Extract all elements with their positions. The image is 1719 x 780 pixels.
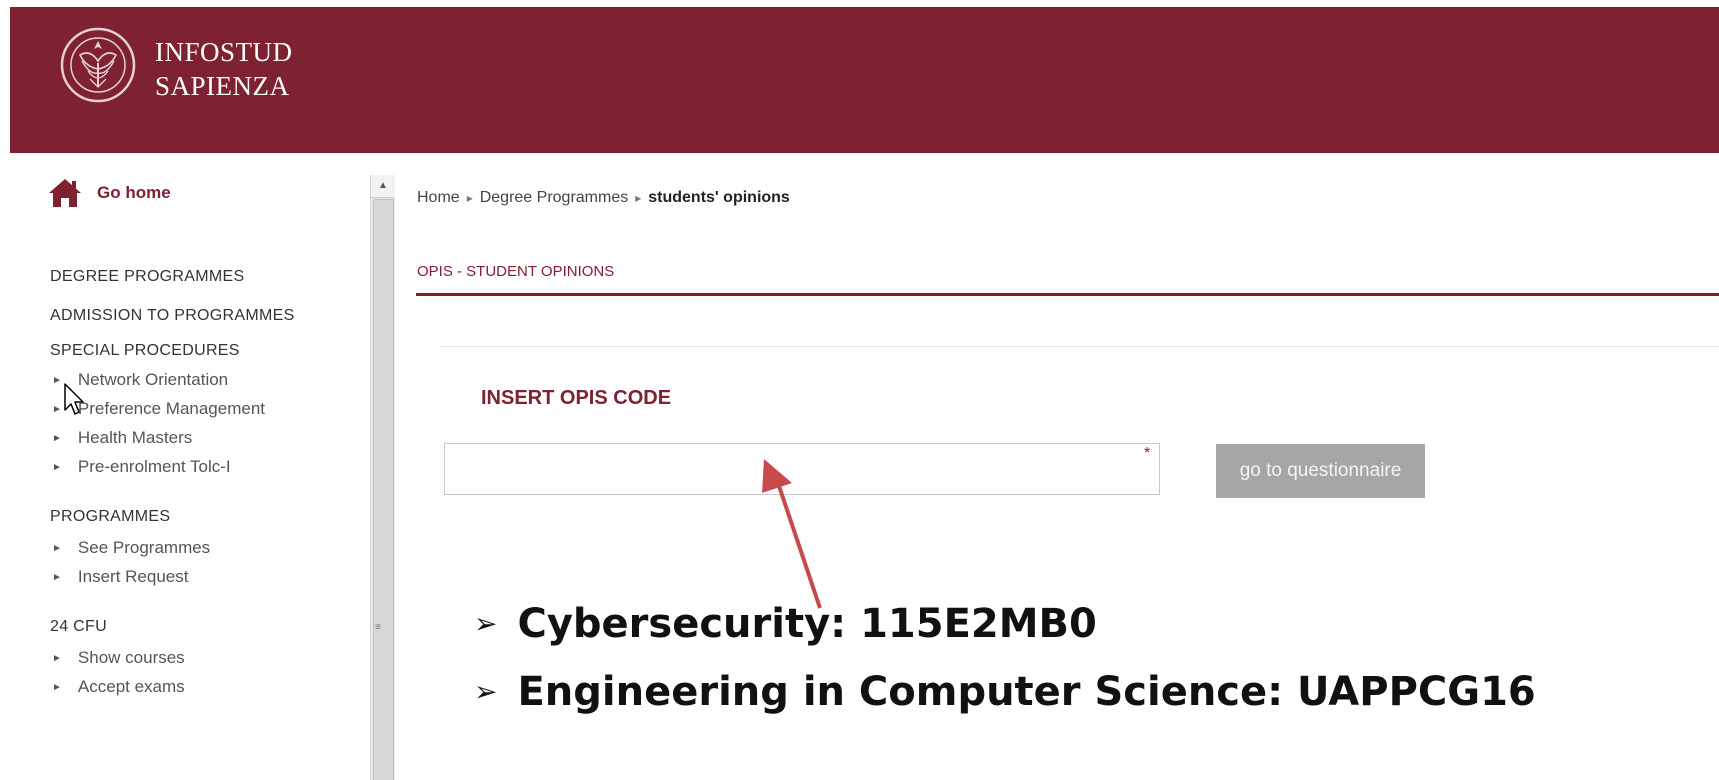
bullet-arrow-icon: ➢ <box>474 675 498 708</box>
bullet-icon: ► <box>52 432 62 444</box>
sidebar-item-label: Insert Request <box>77 567 189 586</box>
sidebar-item-label: Preference Management <box>77 399 266 418</box>
insert-opis-code-label: INSERT OPIS CODE <box>481 387 672 409</box>
sidebar-item-pre-enrolment[interactable]: ► Pre-enrolment Tolc-I <box>52 457 231 477</box>
app-title: INFOSTUD SAPIENZA <box>155 35 293 103</box>
sidebar-item-label: Network Orientation <box>77 370 229 389</box>
bullet-icon: ► <box>52 403 62 415</box>
go-home-link[interactable]: Go home <box>48 177 171 209</box>
go-to-questionnaire-button[interactable]: go to questionnaire <box>1216 444 1425 498</box>
header: INFOSTUD SAPIENZA <box>10 7 1719 153</box>
scroll-up-arrow-icon[interactable]: ▲ <box>371 175 395 198</box>
sidebar-item-see-programmes[interactable]: ► See Programmes <box>52 538 210 558</box>
brand-line-2: SAPIENZA <box>155 71 290 101</box>
sidebar-section-programmes[interactable]: PROGRAMMES <box>50 508 170 526</box>
breadcrumb-separator: ▸ <box>635 191 642 205</box>
divider <box>439 346 1719 347</box>
scrollbar-grip-icon: ≡ <box>375 622 381 633</box>
section-title: OPIS - STUDENT OPINIONS <box>417 263 615 280</box>
sidebar-item-accept-exams[interactable]: ► Accept exams <box>52 677 185 697</box>
sidebar-section-special-procedures[interactable]: SPECIAL PROCEDURES <box>50 342 240 360</box>
bullet-icon: ► <box>52 571 62 583</box>
main-content: Home ▸ Degree Programmes ▸ students' opinion… <box>394 153 1719 780</box>
sidebar: Go home DEGREE PROGRAMMES ADMISSION TO P… <box>10 153 370 780</box>
sidebar-item-label: Pre-enrolment Tolc-I <box>77 457 231 476</box>
section-underline <box>416 293 1719 296</box>
opis-code-cybersecurity: ➢ Cybersecurity: 115E2MB0 <box>474 601 1097 647</box>
sidebar-item-label: Health Masters <box>77 428 193 447</box>
sidebar-item-insert-request[interactable]: ► Insert Request <box>52 567 188 587</box>
sidebar-item-label: Accept exams <box>77 677 185 696</box>
bullet-icon: ► <box>52 461 62 473</box>
opis-code-text: Engineering in Computer Science: UAPPCG1… <box>517 669 1536 715</box>
sidebar-item-label: Show courses <box>77 648 185 667</box>
breadcrumb-separator: ▸ <box>466 191 473 205</box>
breadcrumb-degree-programmes[interactable]: Degree Programmes <box>480 189 629 206</box>
opis-code-engineering: ➢ Engineering in Computer Science: UAPPCG… <box>474 669 1536 715</box>
sidebar-scrollbar[interactable]: ▲ ≡ <box>370 175 395 780</box>
page: INFOSTUD SAPIENZA Go home DEGREE PROGRAM… <box>10 7 1719 780</box>
bullet-icon: ► <box>52 374 62 386</box>
bullet-icon: ► <box>52 542 62 554</box>
sidebar-item-preference-management[interactable]: ► Preference Management <box>52 399 265 419</box>
bullet-icon: ► <box>52 652 62 664</box>
opis-code-text: Cybersecurity: 115E2MB0 <box>517 601 1097 647</box>
breadcrumb-current: students' opinions <box>648 189 790 206</box>
sidebar-section-degree-programmes[interactable]: DEGREE PROGRAMMES <box>50 268 244 286</box>
bullet-arrow-icon: ➢ <box>474 607 498 640</box>
brand-line-1: INFOSTUD <box>155 37 293 67</box>
sapienza-seal-logo[interactable] <box>60 27 136 103</box>
required-marker: * <box>1144 445 1151 462</box>
sidebar-item-network-orientation[interactable]: ► Network Orientation <box>52 370 228 390</box>
sidebar-item-label: See Programmes <box>77 538 211 557</box>
go-home-label: Go home <box>97 183 171 202</box>
annotation-arrow-icon <box>762 459 822 609</box>
scrollbar-thumb[interactable] <box>373 199 394 780</box>
bullet-icon: ► <box>52 681 62 693</box>
sidebar-section-24-cfu[interactable]: 24 CFU <box>50 618 107 636</box>
sidebar-section-admission[interactable]: ADMISSION TO PROGRAMMES <box>50 307 295 325</box>
sidebar-item-health-masters[interactable]: ► Health Masters <box>52 428 192 448</box>
sidebar-item-show-courses[interactable]: ► Show courses <box>52 648 185 668</box>
breadcrumb-home[interactable]: Home <box>417 189 460 206</box>
breadcrumb: Home ▸ Degree Programmes ▸ students' opinion… <box>417 189 790 207</box>
home-icon <box>49 179 81 207</box>
